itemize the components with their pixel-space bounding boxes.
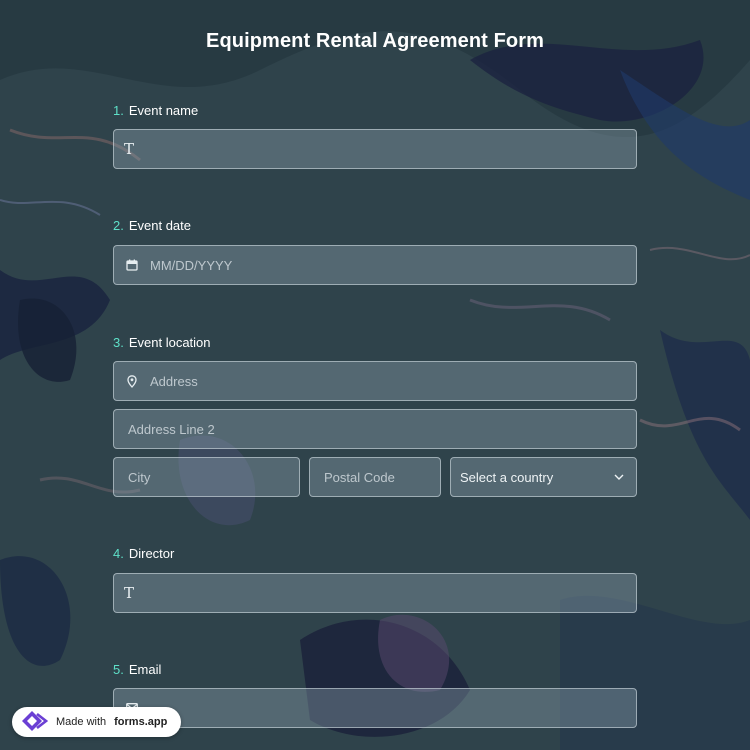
email-input[interactable] <box>113 688 637 728</box>
location-pin-icon <box>124 374 140 388</box>
question-text: Event location <box>128 335 211 350</box>
city-placeholder: City <box>128 469 151 485</box>
city-input[interactable]: City <box>113 457 300 497</box>
form-title: Equipment Rental Agreement Form <box>206 30 544 52</box>
badge-prefix: Made with <box>56 716 107 728</box>
postal-code-input[interactable]: Postal Code <box>309 457 441 497</box>
event-date-placeholder: MM/DD/YYYY <box>150 257 233 273</box>
question-label-event-date: 2. Event date <box>113 218 191 233</box>
director-input[interactable]: T <box>113 573 637 613</box>
postal-code-placeholder: Postal Code <box>324 469 395 485</box>
event-date-input[interactable]: MM/DD/YYYY <box>113 245 637 285</box>
question-label-email: 5. Email <box>113 662 161 677</box>
address-placeholder: Address <box>150 373 198 389</box>
badge-brand: forms.app <box>114 716 168 728</box>
question-number: 1. <box>113 103 124 118</box>
question-text: Director <box>128 546 175 561</box>
made-with-badge[interactable]: Made with forms.app <box>12 707 182 737</box>
calendar-icon <box>124 259 140 271</box>
address-line-2-placeholder: Address Line 2 <box>128 421 215 437</box>
question-number: 4. <box>113 546 124 561</box>
text-icon: T <box>124 584 135 602</box>
question-text: Email <box>128 662 162 677</box>
chevron-down-icon <box>614 474 624 480</box>
forms-app-logo-icon <box>20 710 49 735</box>
question-label-event-location: 3. Event location <box>113 335 211 350</box>
country-select-value: Select a country <box>460 469 554 485</box>
text-icon: T <box>124 140 135 158</box>
question-number: 3. <box>113 335 124 350</box>
address-input[interactable]: Address <box>113 361 637 401</box>
event-name-input[interactable]: T <box>113 129 637 169</box>
country-select[interactable]: Select a country <box>450 457 637 497</box>
question-number: 2. <box>113 218 124 233</box>
question-text: Event date <box>128 218 191 233</box>
question-label-event-name: 1. Event name <box>113 103 198 118</box>
question-number: 5. <box>113 662 124 677</box>
form-container: Equipment Rental Agreement Form 1. Event … <box>0 0 750 750</box>
address-line-2-input[interactable]: Address Line 2 <box>113 409 637 449</box>
question-label-director: 4. Director <box>113 546 174 561</box>
question-text: Event name <box>128 103 199 118</box>
